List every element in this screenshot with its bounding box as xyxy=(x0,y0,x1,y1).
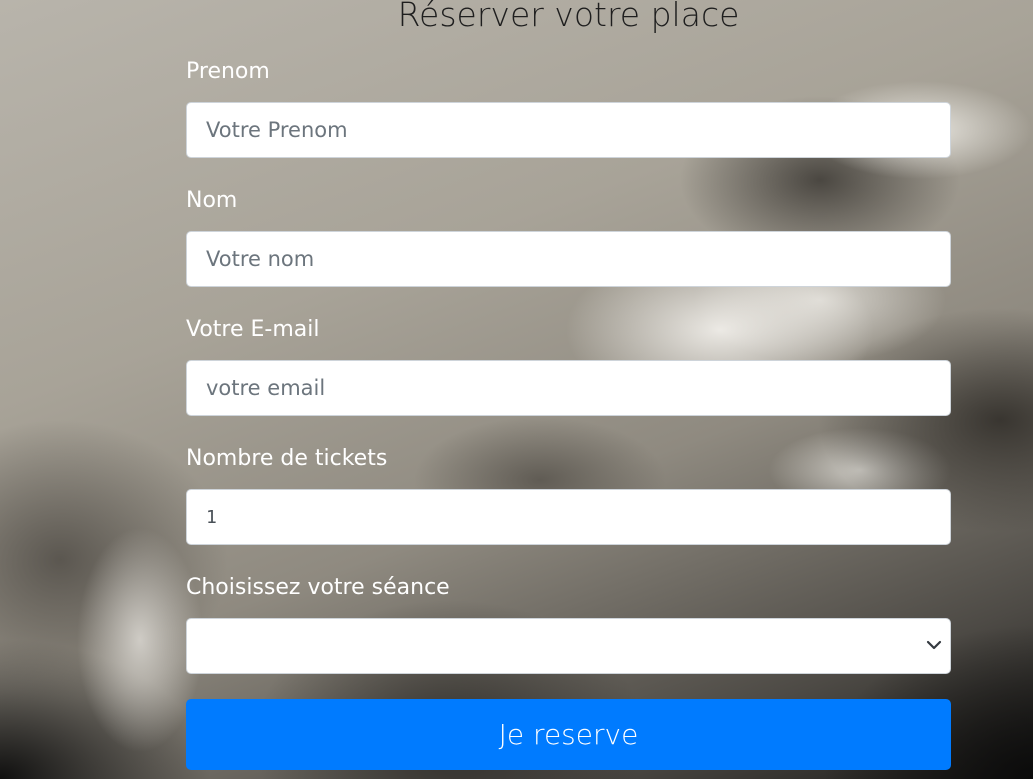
tickets-input[interactable] xyxy=(186,489,951,545)
session-label: Choisissez votre séance xyxy=(186,575,450,600)
prenom-input[interactable] xyxy=(186,102,951,158)
email-input[interactable] xyxy=(186,360,951,416)
session-select[interactable] xyxy=(186,618,951,674)
chevron-down-icon xyxy=(926,640,942,650)
tickets-label: Nombre de tickets xyxy=(186,446,388,471)
reserve-button[interactable]: Je reserve xyxy=(186,699,951,770)
reservation-form: Réserver votre place Prenom Nom Votre E-… xyxy=(0,0,1033,779)
nom-label: Nom xyxy=(186,188,238,213)
email-label: Votre E-mail xyxy=(186,317,320,342)
nom-input[interactable] xyxy=(186,231,951,287)
page-title: Réserver votre place xyxy=(397,0,740,34)
prenom-label: Prenom xyxy=(186,59,270,84)
